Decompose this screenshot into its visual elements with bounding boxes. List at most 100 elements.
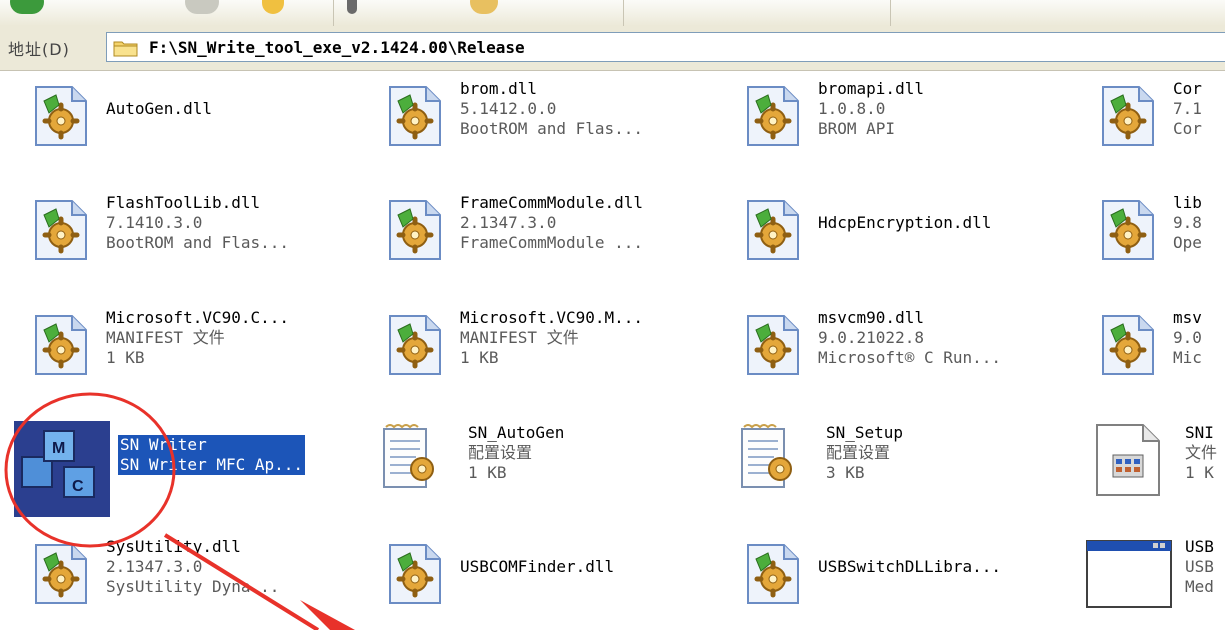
dll-gear-icon xyxy=(742,312,804,382)
dll-gear-icon xyxy=(384,197,446,267)
file-name: SNI xyxy=(1185,423,1214,442)
config-ini-icon xyxy=(378,423,440,495)
forward-button[interactable] xyxy=(185,0,219,14)
file-detail: BootROM and Flas... xyxy=(460,119,644,138)
file-detail: Ope xyxy=(1173,233,1202,252)
toolbar-separator xyxy=(623,0,624,26)
file-detail: 5.1412.0.0 xyxy=(460,99,557,118)
file-list: AutoGen.dll brom.dll 5.1412.0.0 BootROM and… xyxy=(0,71,1225,630)
file-text: SNI 文件 1 K xyxy=(1185,423,1217,483)
file-name: brom.dll xyxy=(460,79,538,98)
file-detail: 3 KB xyxy=(826,463,865,482)
svg-text:C: C xyxy=(72,478,84,495)
file-text: SN Writer SN Writer MFC Ap... xyxy=(116,434,307,476)
dll-gear-icon xyxy=(30,312,92,382)
dll-gear-icon xyxy=(30,83,92,153)
file-name: SN Writer xyxy=(120,435,207,454)
toolbar-separator xyxy=(333,0,334,26)
svg-text:M: M xyxy=(52,440,65,457)
file-detail: 1 KB xyxy=(468,463,507,482)
back-button[interactable] xyxy=(10,0,44,14)
dll-gear-icon xyxy=(1097,197,1159,267)
file-name: SysUtility.dll xyxy=(106,537,241,556)
address-path: F:\SN_Write_tool_exe_v2.1424.00\Release xyxy=(149,38,525,57)
file-detail: 配置设置 xyxy=(468,443,533,462)
file-text: FrameCommModule.dll 2.1347.3.0 FrameCommMo… xyxy=(460,193,643,253)
file-detail: MANIFEST 文件 xyxy=(460,328,579,347)
file-text: bromapi.dll 1.0.8.0 BROM API xyxy=(818,79,924,139)
dll-gear-icon xyxy=(384,312,446,382)
dll-gear-icon xyxy=(1097,83,1159,153)
file-name: HdcpEncryption.dll xyxy=(818,213,992,232)
file-detail: 7.1 xyxy=(1173,99,1202,118)
address-label: 地址(D) xyxy=(8,40,70,59)
dll-gear-icon xyxy=(30,541,92,611)
file-name: SN_Setup xyxy=(826,423,904,442)
mfc-app-icon: MC xyxy=(14,421,110,521)
file-detail: 7.1410.3.0 xyxy=(106,213,203,232)
file-detail: Cor xyxy=(1173,119,1202,138)
file-detail: 1.0.8.0 xyxy=(818,99,886,118)
window-exe-icon xyxy=(1085,537,1173,615)
folders-button[interactable] xyxy=(470,0,498,14)
file-name: lib xyxy=(1173,193,1202,212)
file-detail: Microsoft® C Run... xyxy=(818,348,1002,367)
file-name: Cor xyxy=(1173,79,1202,98)
file-text: brom.dll 5.1412.0.0 BootROM and Flas... xyxy=(460,79,643,139)
file-name: Microsoft.VC90.C... xyxy=(106,308,290,327)
dll-gear-icon xyxy=(30,197,92,267)
file-name: bromapi.dll xyxy=(818,79,924,98)
file-detail: 1 KB xyxy=(460,348,499,367)
up-folder-button[interactable] xyxy=(262,0,284,14)
config-ini-icon xyxy=(736,423,798,495)
file-text: USBCOMFinder.dll xyxy=(460,557,614,577)
file-detail: MANIFEST 文件 xyxy=(106,328,225,347)
file-detail: 9.0 xyxy=(1173,328,1202,347)
address-input[interactable]: F:\SN_Write_tool_exe_v2.1424.00\Release xyxy=(106,32,1225,62)
dll-gear-icon xyxy=(384,541,446,611)
address-bar: 地址(D) F:\SN_Write_tool_exe_v2.1424.00\Re… xyxy=(0,26,1225,71)
file-detail: SysUtility Dyna... xyxy=(106,577,280,596)
dll-gear-icon xyxy=(742,197,804,267)
file-text: lib 9.8 Ope xyxy=(1173,193,1202,253)
file-name: FrameCommModule.dll xyxy=(460,193,644,212)
file-detail: 9.0.21022.8 xyxy=(818,328,924,347)
search-button[interactable] xyxy=(347,0,357,14)
file-text: SN_AutoGen 配置设置 1 KB xyxy=(468,423,564,483)
file-name: USBSwitchDLLibra... xyxy=(818,557,1002,576)
file-text: msv 9.0 Mic xyxy=(1173,308,1202,368)
toolbar xyxy=(0,0,1225,27)
file-detail: 1 KB xyxy=(106,348,145,367)
file-detail: 2.1347.3.0 xyxy=(106,557,203,576)
dll-gear-icon xyxy=(1097,312,1159,382)
dll-gear-icon xyxy=(742,83,804,153)
file-detail: SN Writer MFC Ap... xyxy=(120,455,304,474)
file-text: USBSwitchDLLibra... xyxy=(818,557,1001,577)
file-detail: 1 K xyxy=(1185,463,1214,482)
file-name: SN_AutoGen xyxy=(468,423,565,442)
file-name: USB xyxy=(1185,537,1214,556)
file-detail: 配置设置 xyxy=(826,443,891,462)
file-text: Microsoft.VC90.M... MANIFEST 文件 1 KB xyxy=(460,308,643,368)
file-text: FlashToolLib.dll 7.1410.3.0 BootROM and Fl… xyxy=(106,193,289,253)
file-detail: 2.1347.3.0 xyxy=(460,213,557,232)
file-text: SN_Setup 配置设置 3 KB xyxy=(826,423,903,483)
dll-gear-icon xyxy=(742,541,804,611)
file-detail: 文件 xyxy=(1185,443,1218,462)
file-detail: BROM API xyxy=(818,119,896,138)
file-detail: 9.8 xyxy=(1173,213,1202,232)
file-text: AutoGen.dll xyxy=(106,99,212,119)
file-detail: USB xyxy=(1185,557,1214,576)
file-name: AutoGen.dll xyxy=(106,99,212,118)
file-text: USB USB Med xyxy=(1185,537,1214,597)
text-file-icon xyxy=(1093,423,1163,501)
file-name: FlashToolLib.dll xyxy=(106,193,261,212)
file-text: msvcm90.dll 9.0.21022.8 Microsoft® C Run..… xyxy=(818,308,1001,368)
file-name: msv xyxy=(1173,308,1202,327)
file-text: Cor 7.1 Cor xyxy=(1173,79,1202,139)
dll-gear-icon xyxy=(384,83,446,153)
file-name: Microsoft.VC90.M... xyxy=(460,308,644,327)
file-detail: Mic xyxy=(1173,348,1202,367)
file-name: USBCOMFinder.dll xyxy=(460,557,615,576)
file-text: Microsoft.VC90.C... MANIFEST 文件 1 KB xyxy=(106,308,289,368)
